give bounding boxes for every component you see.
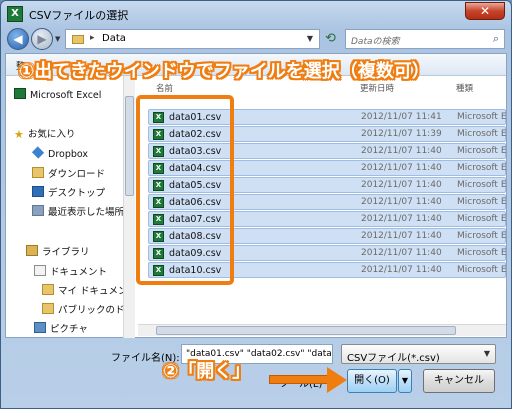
sidebar-item-label: ドキュメント: [50, 267, 108, 278]
search-placeholder: Dataの検索: [351, 37, 400, 47]
sidebar-item-desktop[interactable]: デスクトップ: [32, 185, 105, 201]
file-date: 2012/11/07 11:40: [361, 214, 442, 224]
chevron-down-icon: ▼: [483, 349, 490, 358]
filetype-value: CSVファイル(*.csv): [347, 353, 440, 364]
file-type: Microsoft Excel: [457, 214, 506, 224]
step1-annotation: ①出てきたウインドウでファイルを選択（複数可）: [19, 61, 430, 82]
arrow-icon: [269, 375, 329, 384]
excel-icon: [14, 88, 26, 99]
sidebar-item-public-documents[interactable]: パブリックのドキュメント: [42, 302, 128, 318]
close-button[interactable]: ✕: [465, 2, 505, 20]
navigation-bar: ◀ ▶ ▼ ▸ Data ▼ ⟲ Dataの検索 ⌕: [5, 27, 507, 51]
file-date: 2012/11/07 11:40: [361, 180, 442, 190]
file-type: Microsoft Excel: [457, 112, 506, 122]
sidebar-scroll-thumb[interactable]: [125, 96, 134, 196]
sidebar-item-my-documents[interactable]: マイ ドキュメント: [42, 283, 128, 299]
sidebar-item-documents[interactable]: ドキュメント: [34, 264, 107, 280]
folder-icon: [42, 303, 54, 314]
sidebar-item-label: 最近表示した場所: [48, 207, 125, 218]
address-dropdown-icon[interactable]: ▼: [307, 34, 313, 43]
history-dropdown-icon[interactable]: ▼: [55, 35, 60, 43]
file-dialog-window: X CSVファイルの選択 ✕ ◀ ▶ ▼ ▸ Data ▼ ⟲ Dataの検索 …: [0, 0, 512, 409]
sidebar-item-label: Microsoft Excel: [30, 90, 102, 101]
dropbox-icon: [31, 146, 45, 159]
window-title: CSVファイルの選択: [29, 9, 129, 22]
folder-icon: [72, 35, 84, 44]
file-type: Microsoft Excel: [457, 146, 506, 156]
picture-icon: [34, 322, 46, 333]
excel-icon: X: [7, 6, 23, 22]
open-dropdown-button[interactable]: ▼: [398, 369, 412, 393]
file-date: 2012/11/07 11:39: [361, 129, 442, 139]
file-date: 2012/11/07 11:40: [361, 197, 442, 207]
horizontal-scrollbar[interactable]: [138, 324, 506, 336]
sidebar-item-libraries[interactable]: ライブラリ: [26, 244, 90, 260]
filetype-select[interactable]: CSVファイル(*.csv) ▼: [341, 344, 496, 364]
breadcrumb-separator-icon[interactable]: ▸: [90, 33, 95, 43]
cancel-button[interactable]: キャンセル: [423, 369, 495, 393]
file-type: Microsoft Excel: [457, 265, 506, 275]
file-type: Microsoft Excel: [457, 180, 506, 190]
search-icon[interactable]: ⌕: [493, 32, 499, 46]
navigation-pane: Microsoft Excel ★ お気に入り Dropbox ダウンロード デス…: [6, 76, 128, 338]
file-type: Microsoft Excel: [457, 163, 506, 173]
arrow-head-icon: [327, 367, 347, 393]
sidebar-item-favorites[interactable]: ★ お気に入り: [14, 126, 75, 142]
horizontal-scroll-thumb[interactable]: [156, 326, 456, 335]
sidebar-item-downloads[interactable]: ダウンロード: [32, 166, 105, 182]
folder-icon: [32, 167, 44, 178]
file-date: 2012/11/07 11:40: [361, 163, 442, 173]
browser-panel: 整 Microsoft Excel ★ お気に入り Dropbox ダウンロード …: [5, 53, 507, 338]
selection-highlight-box: [136, 95, 234, 285]
open-button[interactable]: 開く(O): [347, 369, 397, 393]
library-icon: [26, 245, 38, 256]
sidebar-item-dropbox[interactable]: Dropbox: [31, 146, 89, 163]
sidebar-item-label: お気に入り: [27, 129, 76, 140]
file-date: 2012/11/07 11:40: [361, 248, 442, 258]
forward-button[interactable]: ▶: [31, 28, 53, 50]
back-button[interactable]: ◀: [7, 28, 29, 50]
file-type: Microsoft Excel: [457, 248, 506, 258]
recent-icon: [32, 205, 44, 216]
title-bar: X CSVファイルの選択 ✕: [1, 1, 511, 27]
sidebar-item-label: ライブラリ: [42, 247, 90, 258]
folder-icon: [42, 284, 54, 295]
file-type: Microsoft Excel: [457, 197, 506, 207]
sidebar-item-label: ダウンロード: [48, 169, 106, 180]
address-bar[interactable]: ▸ Data ▼: [65, 29, 320, 49]
file-date: 2012/11/07 11:40: [361, 265, 442, 275]
search-input[interactable]: Dataの検索 ⌕: [345, 29, 505, 49]
sidebar-scrollbar[interactable]: [123, 76, 135, 338]
star-icon: ★: [14, 128, 24, 141]
file-date: 2012/11/07 11:40: [361, 146, 442, 156]
file-date: 2012/11/07 11:40: [361, 231, 442, 241]
file-type: Microsoft Excel: [457, 129, 506, 139]
sidebar-item-label: パブリックのドキュメント: [58, 305, 128, 316]
sidebar-item-excel[interactable]: Microsoft Excel: [14, 88, 101, 104]
sidebar-item-pictures[interactable]: ピクチャ: [34, 321, 88, 337]
file-type: Microsoft Excel: [457, 231, 506, 241]
desktop-icon: [32, 186, 44, 197]
sidebar-item-label: デスクトップ: [48, 188, 106, 199]
file-date: 2012/11/07 11:41: [361, 112, 442, 122]
breadcrumb-data[interactable]: Data: [102, 33, 126, 44]
document-icon: [34, 265, 46, 276]
refresh-icon[interactable]: ⟲: [325, 31, 336, 46]
sidebar-item-label: Dropbox: [48, 149, 89, 160]
sidebar-item-recent[interactable]: 最近表示した場所: [32, 204, 124, 220]
sidebar-item-label: ピクチャ: [50, 324, 88, 335]
sidebar-item-label: マイ ドキュメント: [58, 286, 128, 297]
